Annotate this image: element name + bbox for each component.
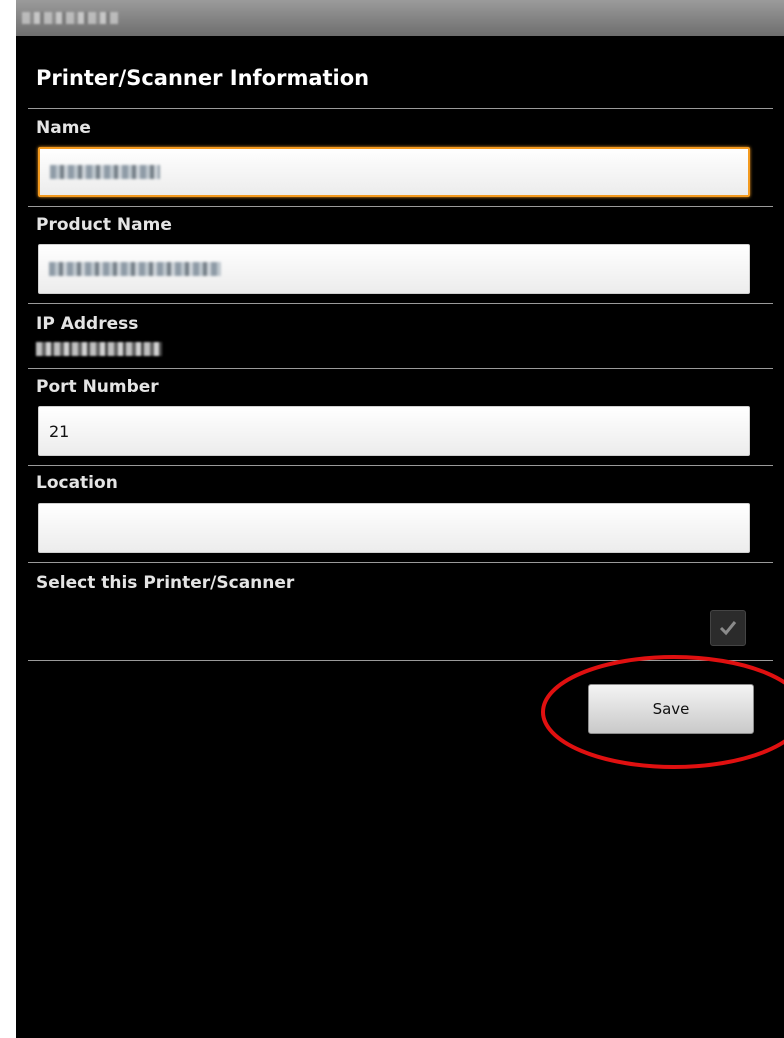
app-screen: Printer/Scanner Information Name Product…	[16, 0, 784, 1038]
ip-address-redacted-value	[36, 342, 162, 356]
divider	[28, 368, 773, 369]
location-label: Location	[36, 473, 118, 493]
select-printer-label: Select this Printer/Scanner	[36, 573, 295, 593]
port-number-field[interactable]	[38, 406, 750, 456]
divider	[28, 660, 773, 661]
status-bar-redacted-text	[22, 12, 118, 24]
divider	[28, 108, 773, 109]
product-name-label: Product Name	[36, 215, 172, 235]
product-name-redacted-value	[49, 262, 221, 276]
name-redacted-value	[50, 165, 160, 179]
location-field[interactable]	[38, 503, 750, 553]
name-field[interactable]	[38, 147, 750, 197]
page-title: Printer/Scanner Information	[36, 66, 370, 90]
divider	[28, 562, 773, 563]
save-button[interactable]: Save	[588, 684, 754, 734]
name-label: Name	[36, 118, 91, 138]
checkmark-icon	[719, 621, 737, 636]
location-input[interactable]	[39, 504, 749, 552]
port-number-label: Port Number	[36, 377, 159, 397]
divider	[28, 206, 773, 207]
divider	[28, 303, 773, 304]
status-bar	[16, 0, 784, 36]
select-printer-checkbox[interactable]	[710, 610, 746, 646]
product-name-field[interactable]	[38, 244, 750, 294]
port-number-input[interactable]	[39, 407, 749, 455]
ip-address-label: IP Address	[36, 314, 139, 334]
divider	[28, 465, 773, 466]
